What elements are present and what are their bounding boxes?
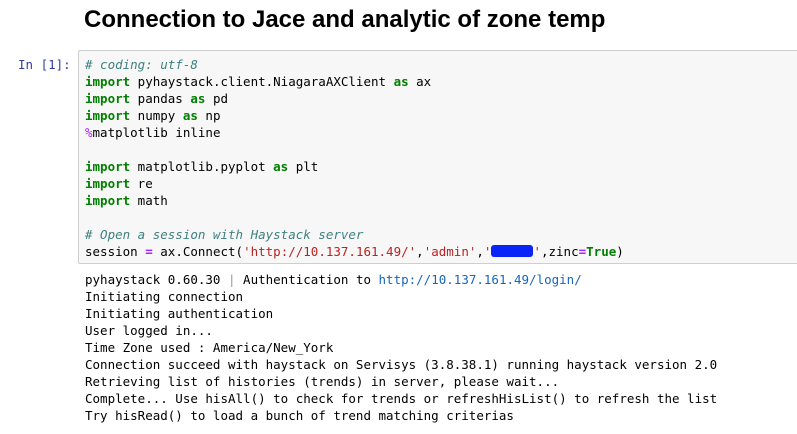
output-line: Initiating connection bbox=[85, 289, 244, 304]
output-line: Time Zone used : America/New_York bbox=[85, 340, 334, 355]
code-keyword: import bbox=[85, 159, 131, 174]
code-keyword: as bbox=[393, 74, 409, 89]
code-text: ,zinc bbox=[540, 244, 579, 259]
code-text: session bbox=[85, 244, 146, 259]
code-keyword: as bbox=[190, 91, 206, 106]
cell-prompt: In [1]: bbox=[18, 57, 71, 72]
code-text: pd bbox=[205, 91, 229, 106]
code-string: ' bbox=[533, 244, 541, 259]
code-text: matplotlib inline bbox=[92, 125, 221, 140]
code-keyword: True bbox=[586, 244, 617, 259]
code-text: plt bbox=[288, 159, 319, 174]
code-keyword: import bbox=[85, 108, 131, 123]
output-text: pyhaystack 0.60.30 bbox=[85, 272, 228, 287]
code-operator: = bbox=[578, 244, 587, 259]
code-keyword: import bbox=[85, 176, 131, 191]
code-keyword: import bbox=[85, 193, 131, 208]
code-string: 'http://10.137.161.49/' bbox=[243, 244, 417, 259]
code-magic: % bbox=[85, 125, 93, 140]
code-text: , bbox=[416, 244, 424, 259]
output-line: Connection succeed with haystack on Serv… bbox=[85, 357, 718, 372]
code-string: 'admin' bbox=[423, 244, 477, 259]
code-keyword: as bbox=[182, 108, 198, 123]
code-text: re bbox=[130, 176, 153, 191]
output-text: Authentication to bbox=[235, 272, 379, 287]
code-text: ax bbox=[408, 74, 432, 89]
code-text: pandas bbox=[130, 91, 191, 106]
output-separator: | bbox=[228, 272, 236, 287]
output-link[interactable]: http://10.137.161.49/login/ bbox=[379, 272, 582, 287]
code-text: pyhaystack.client.NiagaraAXClient bbox=[130, 74, 394, 89]
cell-output: pyhaystack 0.60.30 | Authentication to h… bbox=[85, 271, 717, 424]
code-operator: = bbox=[145, 244, 153, 259]
code-text: numpy bbox=[130, 108, 183, 123]
code-editor[interactable]: # coding: utf-8 import pyhaystack.client… bbox=[85, 56, 624, 260]
code-text: math bbox=[130, 193, 168, 208]
notebook-heading: Connection to Jace and analytic of zone … bbox=[84, 6, 606, 33]
code-keyword: import bbox=[85, 74, 131, 89]
code-text: , bbox=[476, 244, 484, 259]
code-keyword: as bbox=[273, 159, 289, 174]
code-text: matplotlib.pyplot bbox=[130, 159, 274, 174]
output-line: Retrieving list of histories (trends) in… bbox=[85, 374, 560, 389]
code-keyword: import bbox=[85, 91, 131, 106]
code-string: ' bbox=[483, 244, 492, 259]
output-line: User logged in... bbox=[85, 323, 213, 338]
output-line: Complete... Use hisAll() to check for tr… bbox=[85, 391, 718, 406]
code-text: ) bbox=[616, 244, 624, 259]
output-line: Initiating authentication bbox=[85, 306, 274, 321]
code-text: ax.Connect( bbox=[152, 244, 244, 259]
output-line: Try hisRead() to load a bunch of trend m… bbox=[85, 408, 514, 423]
code-comment: # Open a session with Haystack server bbox=[85, 227, 364, 242]
code-comment: # coding: utf-8 bbox=[85, 57, 198, 72]
code-text: np bbox=[197, 108, 221, 123]
redacted-password bbox=[491, 245, 534, 257]
